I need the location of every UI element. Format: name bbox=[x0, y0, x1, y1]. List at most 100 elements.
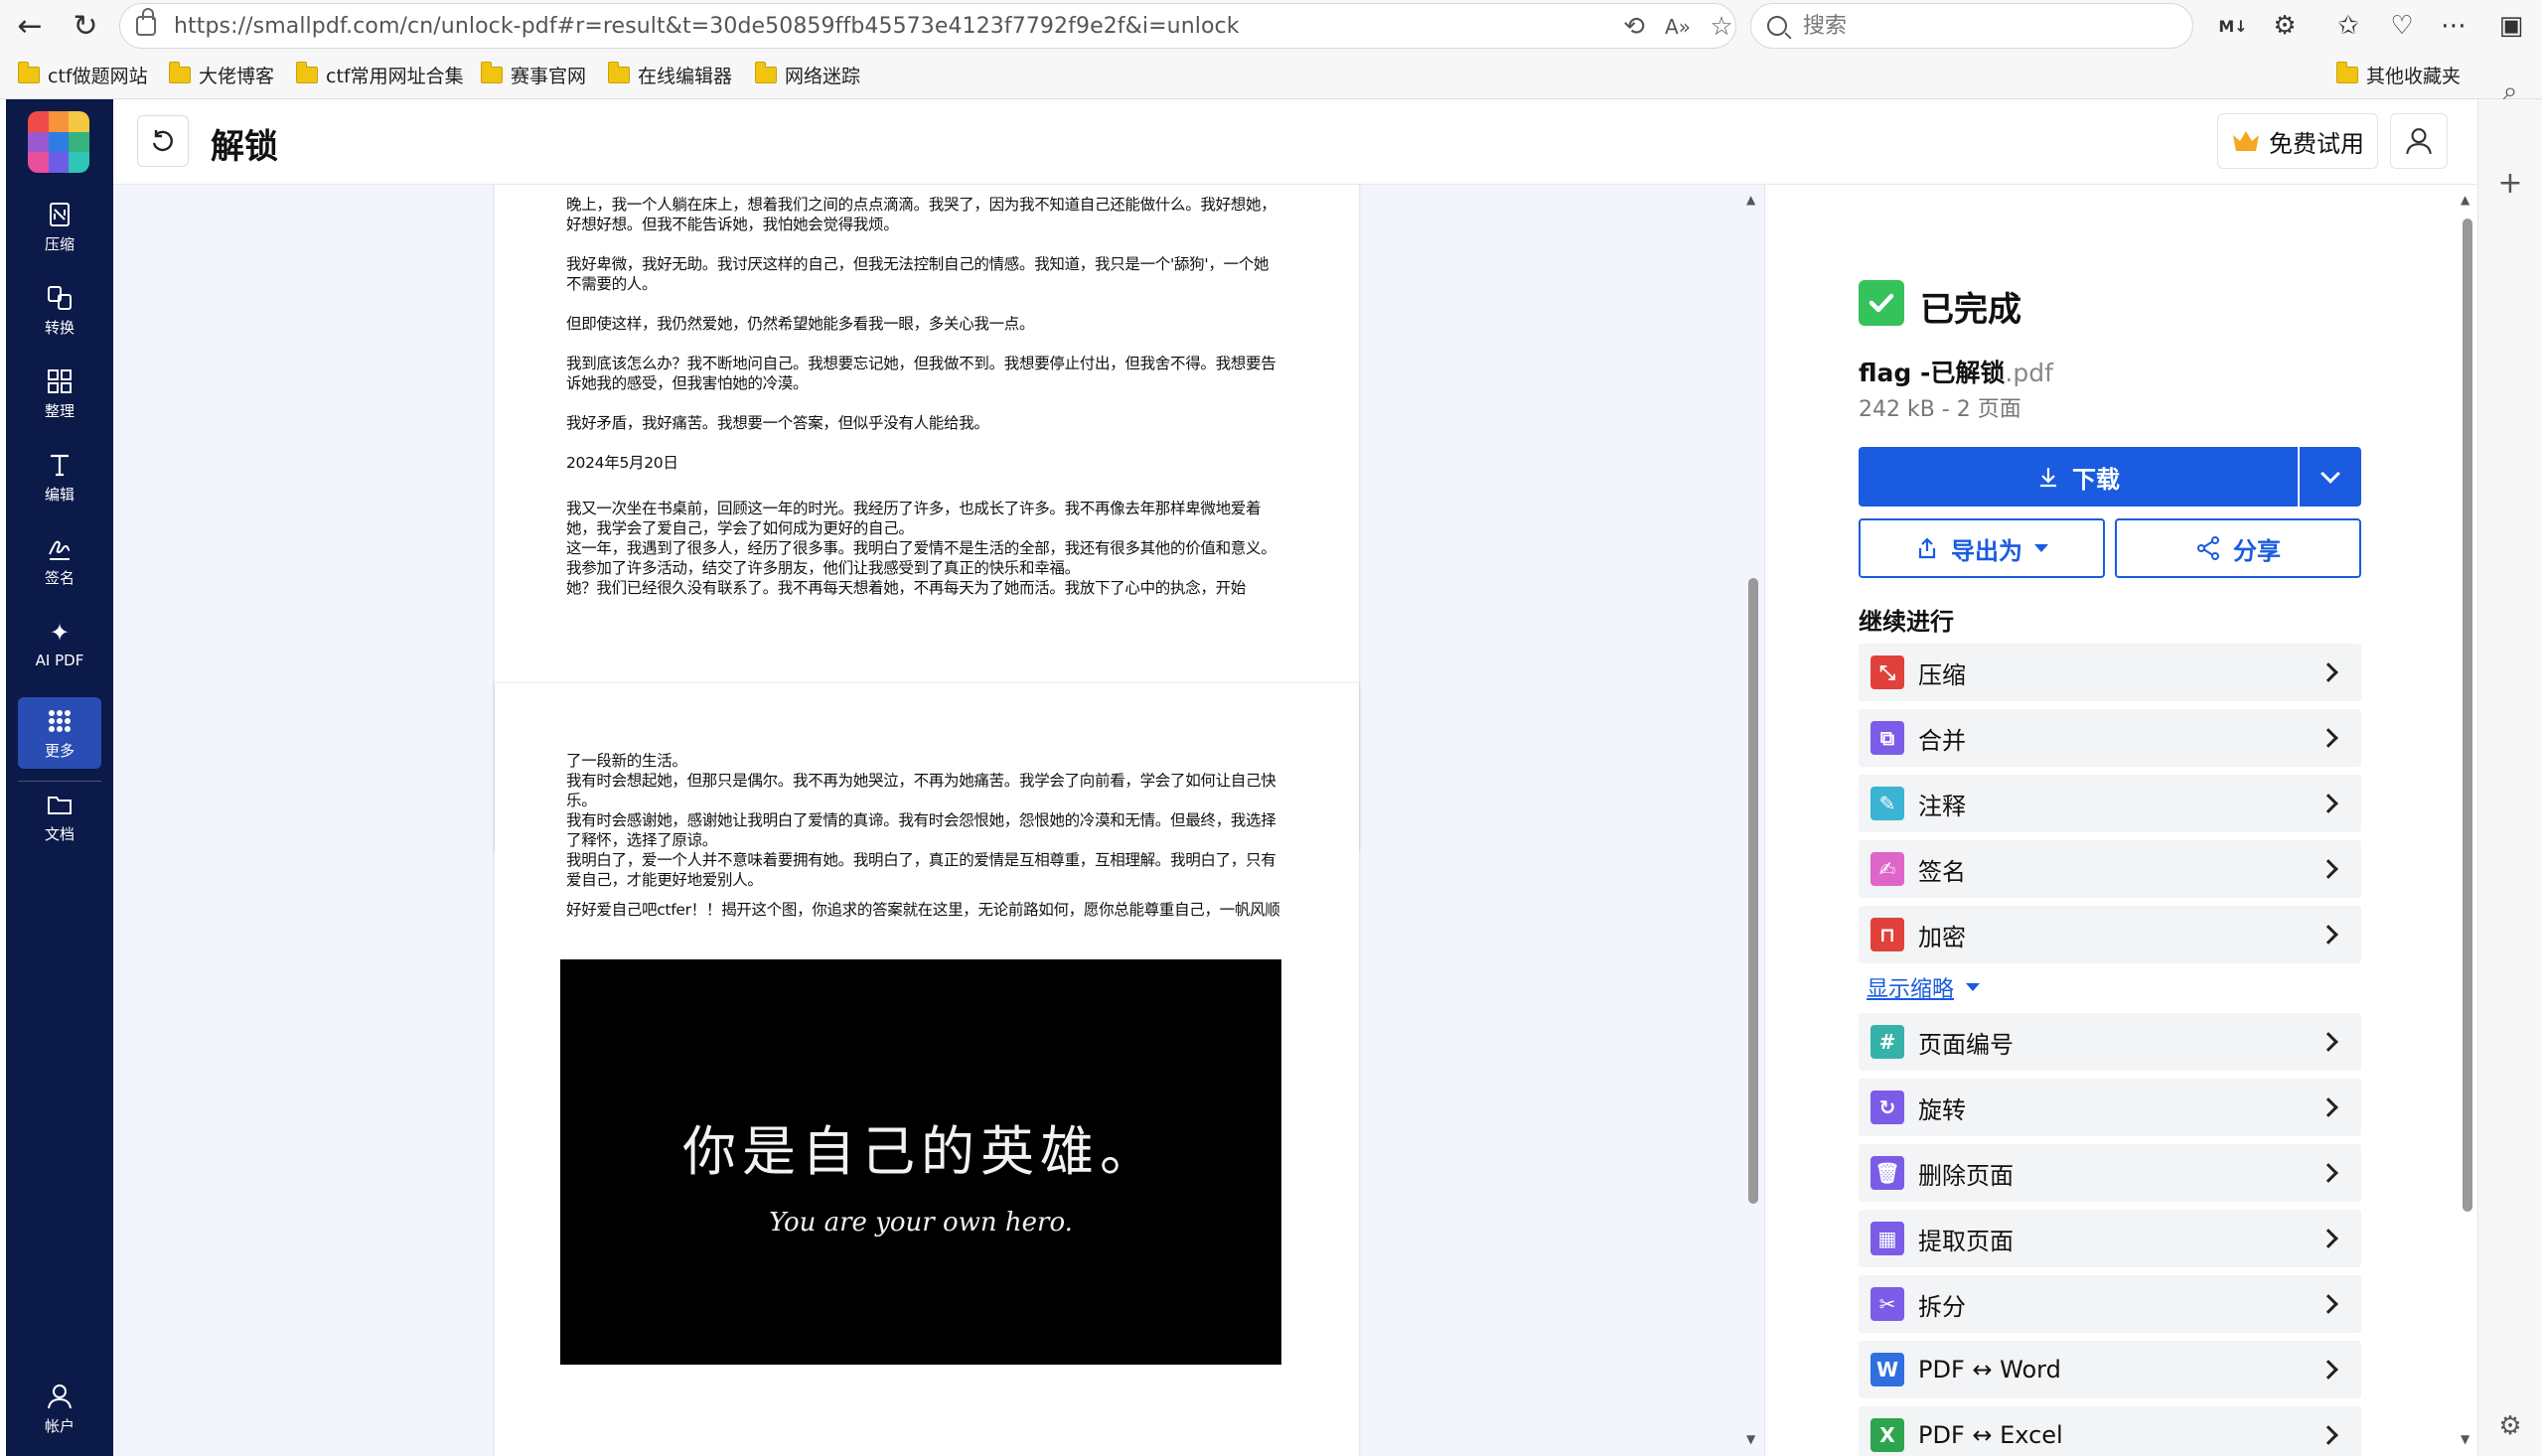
sidebar-item-ai-pdf[interactable]: ✦ AI PDF bbox=[18, 608, 101, 679]
pdf-paragraph: 我好卑微，我好无助。我讨厌这样的自己，但我无法控制自己的情感。我知道，我只是一个… bbox=[566, 255, 1270, 293]
more-menu-icon[interactable]: ⋯ bbox=[2430, 4, 2477, 48]
sidebar-item-documents[interactable]: 文档 bbox=[18, 781, 101, 852]
sidebar-item-organize[interactable]: 整理 bbox=[18, 358, 101, 429]
bookmark-folder[interactable]: 大佬博客 bbox=[168, 62, 274, 88]
smallpdf-logo[interactable] bbox=[28, 111, 89, 173]
user-icon bbox=[2406, 128, 2432, 155]
folder-icon bbox=[45, 790, 75, 819]
preview-scrollbar[interactable]: ▲ ▼ bbox=[1742, 185, 1764, 1456]
show-less-link[interactable]: 显示缩略 bbox=[1867, 971, 1981, 1003]
convert-icon bbox=[45, 283, 75, 313]
tool-pdf-excel[interactable]: X PDF ↔ Excel bbox=[1859, 1406, 2361, 1456]
restart-button[interactable] bbox=[137, 115, 189, 167]
read-aloud-icon[interactable]: A» bbox=[1656, 4, 1700, 50]
panel-scroll-thumb[interactable] bbox=[2463, 218, 2472, 1212]
chevron-right-icon bbox=[2318, 662, 2338, 682]
free-trial-button[interactable]: 免费试用 bbox=[2217, 113, 2378, 169]
export-icon bbox=[1918, 537, 1936, 559]
sidebar-item-convert[interactable]: 转换 bbox=[18, 274, 101, 346]
pdf-paragraph: 了一段新的生活。 我有时会想起她，但那只是偶尔。我不再为她哭泣，不再为她痛苦。我… bbox=[566, 752, 1276, 889]
tool-sign[interactable]: ✍ 签名 bbox=[1859, 840, 2361, 898]
page-numbers-icon: # bbox=[1870, 1025, 1904, 1059]
download-button[interactable]: 下载 bbox=[1859, 447, 2298, 507]
chevron-right-icon bbox=[2318, 1294, 2338, 1314]
tool-extract-pages[interactable]: ▦ 提取页面 bbox=[1859, 1210, 2361, 1267]
scroll-up-arrow-icon[interactable]: ▲ bbox=[1746, 193, 1755, 207]
reload-button[interactable]: ↻ bbox=[64, 4, 107, 48]
preview-scroll-thumb[interactable] bbox=[1748, 578, 1758, 1204]
tool-annotate[interactable]: ✎ 注释 bbox=[1859, 775, 2361, 832]
chevron-right-icon bbox=[2318, 1360, 2338, 1380]
chevron-right-icon bbox=[2318, 1229, 2338, 1248]
favorites-icon[interactable]: ✩ bbox=[2324, 4, 2372, 48]
sidebar-item-edit[interactable]: 编辑 bbox=[18, 441, 101, 512]
download-options-button[interactable] bbox=[2300, 447, 2361, 507]
bookmark-folder[interactable]: 在线编辑器 bbox=[607, 62, 732, 88]
sidebar-item-more[interactable]: 更多 bbox=[18, 697, 101, 769]
rotate-icon: ↻ bbox=[1870, 1091, 1904, 1124]
hero-image-text-cn: 你是自己的英雄。 bbox=[682, 1119, 1159, 1183]
search-box[interactable] bbox=[1750, 3, 2193, 49]
favorite-star-icon[interactable]: ☆ bbox=[1700, 4, 1743, 50]
browser-edge-sidebar: ⌕ + ⚙ bbox=[2477, 76, 2542, 1456]
pen-icon: ✎ bbox=[1870, 787, 1904, 820]
tool-page-numbers[interactable]: # 页面编号 bbox=[1859, 1013, 2361, 1071]
pdf-preview[interactable]: 晚上，我一个人躺在床上，想着我们之间的点点滴滴。我哭了，因为我不知道自己还能做什… bbox=[113, 185, 1764, 1456]
extensions-puzzle-icon[interactable]: ⚙ bbox=[2261, 4, 2309, 48]
merge-icon: ⧉ bbox=[1870, 721, 1904, 755]
user-icon bbox=[45, 1382, 75, 1411]
bookmark-folder[interactable]: ctf常用网址合集 bbox=[295, 62, 464, 88]
export-as-button[interactable]: 导出为 bbox=[1859, 518, 2105, 578]
chevron-right-icon bbox=[2318, 1163, 2338, 1183]
arrow-left-icon: ← bbox=[17, 8, 43, 44]
trash-icon: 🗑 bbox=[1870, 1156, 1904, 1190]
word-icon: W bbox=[1870, 1353, 1904, 1386]
folder-icon bbox=[607, 62, 630, 83]
share-button[interactable]: 分享 bbox=[2115, 518, 2361, 578]
sidebar-item-compress[interactable]: 压缩 bbox=[18, 191, 101, 262]
scroll-down-arrow-icon[interactable]: ▼ bbox=[2461, 1432, 2469, 1446]
browser-essentials-icon[interactable]: ♡ bbox=[2378, 4, 2426, 48]
bookmarks-bar: ctf做题网站 大佬博客 ctf常用网址合集 赛事官网 在线编辑器 网络迷踪 其… bbox=[0, 56, 2542, 95]
panel-scrollbar[interactable]: ▲ ▼ bbox=[2457, 185, 2477, 1456]
edge-search-icon[interactable]: ⌕ bbox=[2488, 70, 2532, 113]
bookmark-folder[interactable]: 赛事官网 bbox=[480, 62, 586, 88]
search-input[interactable] bbox=[1803, 13, 2180, 39]
sidebar-item-sign[interactable]: 签名 bbox=[18, 524, 101, 596]
tool-compress[interactable]: ⤡ 压缩 bbox=[1859, 644, 2361, 701]
undo-icon bbox=[152, 130, 173, 152]
pdf-paragraph: 但即使这样，我仍然爱她，仍然希望她能多看我一眼，多关心我一点。 bbox=[566, 315, 1035, 333]
tool-protect[interactable]: ⊓ 加密 bbox=[1859, 906, 2361, 963]
extension-md-icon[interactable]: M↓ bbox=[2209, 4, 2257, 48]
grid-icon bbox=[45, 706, 75, 736]
other-bookmarks-folder[interactable]: 其他收藏夹 bbox=[2335, 62, 2461, 88]
lock-icon: ⊓ bbox=[1870, 918, 1904, 951]
translate-icon[interactable]: ⟲ bbox=[1612, 4, 1656, 50]
url-text[interactable]: https://smallpdf.com/cn/unlock-pdf#r=res… bbox=[174, 14, 1240, 39]
pdf-paragraph: 我到底该怎么办？我不断地问自己。我想要忘记她，但我做不到。我想要停止付出，但我舍… bbox=[566, 355, 1276, 392]
address-bar[interactable]: https://smallpdf.com/cn/unlock-pdf#r=res… bbox=[119, 3, 1736, 49]
scroll-down-arrow-icon[interactable]: ▼ bbox=[1746, 1432, 1755, 1446]
user-profile-button[interactable] bbox=[2390, 113, 2448, 169]
caret-down-icon bbox=[2034, 544, 2048, 552]
hero-image: 你是自己的英雄。 You are your own hero. bbox=[560, 959, 1281, 1365]
back-nav-button[interactable]: ← bbox=[8, 4, 52, 48]
settings-gear-icon[interactable]: ⚙ bbox=[2488, 1404, 2532, 1448]
check-icon bbox=[1859, 280, 1904, 326]
tool-pdf-word[interactable]: W PDF ↔ Word bbox=[1859, 1341, 2361, 1398]
app-sidebar: 压缩 转换 整理 编辑 签名 ✦ AI PDF 更多 文档 帐户 bbox=[6, 99, 113, 1456]
crown-icon bbox=[2233, 131, 2259, 151]
sidebar-item-account[interactable]: 帐户 bbox=[18, 1373, 101, 1444]
bookmark-folder[interactable]: ctf做题网站 bbox=[17, 62, 148, 88]
tool-delete-pages[interactable]: 🗑 删除页面 bbox=[1859, 1144, 2361, 1202]
tool-split[interactable]: ✂ 拆分 bbox=[1859, 1275, 2361, 1333]
bookmark-folder[interactable]: 网络迷踪 bbox=[754, 62, 860, 88]
status-title: 已完成 bbox=[1920, 290, 2021, 330]
pdf-date: 2024年5月20日 bbox=[566, 454, 678, 472]
sidebar-toggle-icon[interactable]: ▣ bbox=[2487, 4, 2535, 48]
tool-merge[interactable]: ⧉ 合并 bbox=[1859, 709, 2361, 767]
tool-rotate[interactable]: ↻ 旋转 bbox=[1859, 1079, 2361, 1136]
add-icon[interactable]: + bbox=[2488, 161, 2532, 205]
scroll-up-arrow-icon[interactable]: ▲ bbox=[2461, 193, 2469, 207]
pdf-paragraph: 好好爱自己吧ctfer！！揭开这个图，你追求的答案就在这里，无论前路如何，愿你总… bbox=[566, 901, 1280, 919]
